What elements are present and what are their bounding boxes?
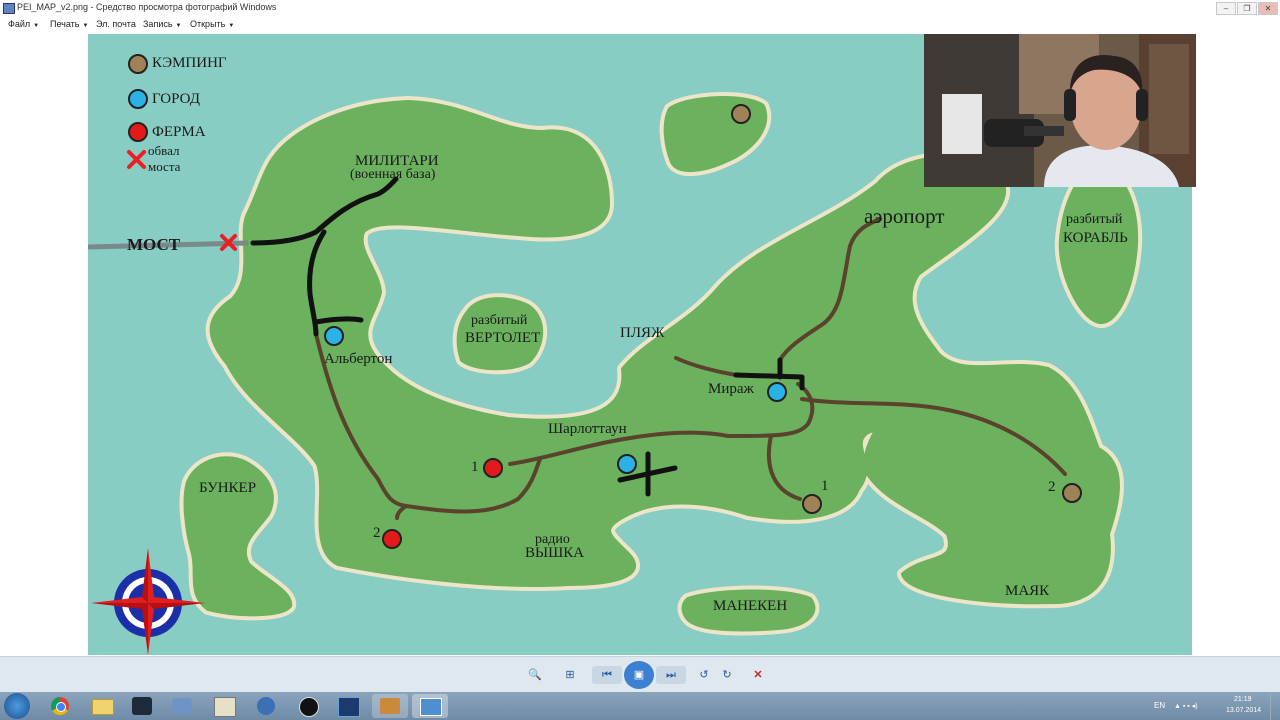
legend-farm-icon (128, 122, 148, 142)
label-airport: аэропорт (864, 204, 945, 228)
photoshop-taskbar-icon[interactable] (330, 694, 366, 718)
town-charlottetown (617, 454, 637, 474)
maximize-button[interactable]: ❐ (1237, 2, 1257, 15)
slideshow-button[interactable]: ▣ (624, 661, 654, 689)
town-albertone (324, 326, 344, 346)
menu-bar: Файл ▼ Печать ▼ Эл. почта Запись ▼ Открыть ▼ (0, 16, 1280, 34)
clock-time[interactable]: 21:19 (1234, 696, 1252, 703)
zoom-button[interactable]: 🔍 (522, 666, 548, 684)
window-title: PEI_MAP_v2.png - Средство просмотра фото… (17, 2, 277, 12)
webcam-overlay (924, 34, 1196, 187)
legend-camping-label: КЭМПИНГ (152, 55, 227, 71)
image-viewport: КЭМПИНГ ГОРОД ФЕРМА обвал моста МИЛИТАРИ… (0, 34, 1280, 656)
tray-icons[interactable]: ▲ ▪ ▪ ◂) (1174, 702, 1214, 710)
webcam-feed-image (924, 34, 1196, 187)
label-camp-2-number: 2 (1048, 479, 1056, 495)
farm-2 (382, 529, 402, 549)
town-mirage (767, 382, 787, 402)
rotate-left-button[interactable]: ↺ (694, 666, 714, 684)
minimize-button[interactable]: – (1216, 2, 1236, 15)
show-desktop-button[interactable] (1270, 692, 1280, 720)
legend-camping-icon (128, 54, 148, 74)
rotate-right-button[interactable]: ↻ (717, 666, 737, 684)
label-ship-2: КОРАБЛЬ (1063, 230, 1128, 246)
legend-collapse-label-1: обвал (148, 143, 180, 158)
label-bridge: МОСТ (127, 235, 181, 254)
delete-button[interactable]: ✕ (748, 666, 768, 684)
app-taskbar-icon[interactable] (164, 694, 200, 718)
camp-north-islet (731, 104, 751, 124)
label-ship-1: разбитый (1066, 212, 1123, 227)
menu-email[interactable]: Эл. почта (96, 19, 136, 29)
photo-viewer-app-icon (3, 3, 15, 14)
legend-town-icon (128, 89, 148, 109)
language-indicator[interactable]: EN (1154, 701, 1165, 710)
steam-taskbar-icon[interactable] (124, 694, 160, 718)
label-heli-1: разбитый (471, 313, 528, 328)
archive-taskbar-icon[interactable] (372, 694, 408, 718)
photo-viewer-taskbar-icon[interactable] (412, 694, 448, 718)
label-farm-2-number: 2 (373, 525, 381, 541)
legend-town-label: ГОРОД (152, 91, 200, 107)
label-lighthouse: МАЯК (1005, 583, 1050, 599)
paint-taskbar-icon[interactable] (206, 694, 242, 718)
main-road-albertone-branch (313, 316, 364, 325)
label-albertone: Альбертон (324, 351, 393, 367)
menu-print[interactable]: Печать ▼ (50, 19, 88, 29)
clock-date[interactable]: 13.07.2014 (1226, 707, 1261, 714)
label-beach: ПЛЯЖ (620, 325, 665, 341)
title-bar: PEI_MAP_v2.png - Средство просмотра фото… (0, 0, 1280, 17)
label-charlottetown: Шарлоттаун (548, 421, 627, 437)
label-farm-1-number: 1 (471, 459, 479, 475)
label-camp-1-number: 1 (821, 478, 829, 494)
menu-open[interactable]: Открыть ▼ (190, 19, 234, 29)
legend-collapse-label-2: моста (148, 159, 181, 174)
chrome-taskbar-icon[interactable] (42, 694, 78, 718)
next-button[interactable]: ⏭ (656, 666, 686, 684)
start-button[interactable] (4, 693, 30, 719)
label-bunker: БУНКЕР (199, 480, 257, 496)
farm-1 (483, 458, 503, 478)
menu-file[interactable]: Файл ▼ (8, 19, 39, 29)
label-heli-2: ВЕРТОЛЕТ (465, 330, 541, 346)
legend-farm-label: ФЕРМА (152, 124, 206, 140)
fit-window-button[interactable]: ⊞ (558, 666, 582, 684)
ccleaner-taskbar-icon[interactable] (248, 694, 284, 718)
obs-taskbar-icon[interactable] (290, 694, 326, 718)
camp-2 (1062, 483, 1082, 503)
explorer-taskbar-icon[interactable] (84, 694, 120, 718)
label-military-sub: (военная база) (350, 167, 436, 182)
camp-1 (802, 494, 822, 514)
label-mirage: Мираж (708, 381, 754, 397)
label-radio-2: ВЫШКА (525, 545, 585, 561)
menu-burn[interactable]: Запись ▼ (143, 19, 181, 29)
windows-taskbar: EN ▲ ▪ ▪ ◂) 21:19 13.07.2014 (0, 692, 1280, 720)
close-button[interactable]: ✕ (1258, 2, 1278, 15)
label-mannequin: МАНЕКЕН (713, 598, 788, 614)
previous-button[interactable]: ⏮ (592, 666, 622, 684)
viewer-toolbar: 🔍 ⊞ ⏮ ▣ ⏭ ↺ ↻ ✕ (0, 656, 1280, 693)
